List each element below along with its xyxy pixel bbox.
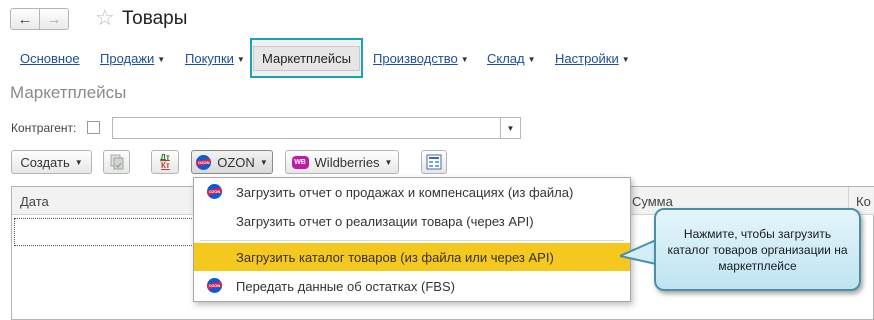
tab-prodazhi[interactable]: Продажи ▼ (100, 51, 165, 66)
arrow-left-icon: ← (17, 10, 33, 28)
create-button[interactable]: Создать ▼ (11, 150, 92, 174)
ozon-button[interactable]: OZON OZON ▼ (191, 150, 273, 174)
tab-pokupki[interactable]: Покупки ▼ (185, 51, 245, 66)
wildberries-label: Wildberries (314, 154, 380, 170)
tab-label: Настройки (555, 51, 619, 66)
ozon-icon: OZON (207, 278, 222, 293)
dropdown-arrow-icon: ▼ (236, 55, 245, 65)
menu-item-load-catalog[interactable]: Загрузить каталог товаров (из файла или … (194, 243, 630, 271)
dt-kt-icon: Дт Кт (160, 154, 170, 170)
hint-callout: Нажмите, чтобы загрузить каталог товаров… (654, 208, 861, 291)
tab-osnovnoe[interactable]: Основное (20, 51, 80, 66)
back-button[interactable]: ← (10, 8, 40, 30)
tab-marketplaces[interactable]: Маркетплейсы (250, 38, 363, 78)
dropdown-arrow-icon: ▼ (384, 157, 393, 167)
tab-label: Производство (373, 51, 458, 66)
wildberries-button[interactable]: WB Wildberries ▼ (285, 150, 399, 174)
dropdown-arrow-icon: ▼ (157, 55, 166, 65)
ozon-icon: OZON (207, 184, 222, 199)
create-label: Создать (20, 154, 70, 170)
chevron-down-icon: ▼ (506, 123, 515, 133)
arrow-right-icon: → (46, 10, 62, 28)
menu-item-load-realization-report[interactable]: Загрузить отчет о реализации товара (чер… (194, 207, 630, 235)
table-row[interactable] (14, 218, 194, 246)
dt-kt-postings-button[interactable]: Дт Кт (151, 150, 179, 174)
wildberries-icon: WB (291, 155, 309, 169)
ozon-icon: OZON (196, 154, 212, 170)
ozon-label: OZON (217, 154, 255, 170)
tab-label: Маркетплейсы (253, 45, 360, 71)
page-title: Товары (122, 8, 188, 29)
menu-item-label: Загрузить отчет о продажах и компенсация… (236, 184, 574, 200)
table-report-icon (426, 154, 442, 170)
column-header-sum[interactable]: Сумма (632, 194, 673, 209)
report-button[interactable] (421, 150, 447, 174)
dropdown-arrow-icon: ▼ (74, 157, 83, 167)
tab-label: Склад (487, 51, 525, 66)
tab-sklad[interactable]: Склад ▼ (487, 51, 536, 66)
menu-item-label: Загрузить отчет о реализации товара (чер… (236, 213, 534, 229)
section-title: Маркетплейсы (10, 83, 127, 102)
menu-item-label: Загрузить каталог товаров (из файла или … (236, 249, 554, 265)
column-header-date[interactable]: Дата (20, 194, 49, 209)
hint-text: Нажмите, чтобы загрузить каталог товаров… (667, 226, 848, 273)
counterparty-dropdown-button[interactable]: ▼ (501, 117, 521, 139)
counterparty-label: Контрагент: (11, 121, 77, 135)
menu-separator (200, 240, 624, 241)
tab-label: Продажи (100, 51, 155, 66)
forward-button[interactable]: → (39, 8, 69, 30)
menu-item-send-stock-fbs[interactable]: OZON Передать данные об остатках (FBS) (194, 272, 630, 300)
dropdown-arrow-icon: ▼ (259, 157, 268, 167)
kt-label: Кт (161, 161, 170, 170)
menu-item-label: Передать данные об остатках (FBS) (236, 278, 455, 294)
tab-label: Покупки (185, 51, 234, 66)
column-header-counterparty[interactable]: Ко (856, 194, 871, 209)
copy-button[interactable] (103, 150, 130, 174)
tab-proizvodstvo[interactable]: Производство ▼ (373, 51, 469, 66)
dropdown-arrow-icon: ▼ (460, 55, 469, 65)
dropdown-arrow-icon: ▼ (621, 55, 630, 65)
tab-label: Основное (20, 51, 80, 66)
menu-item-load-sales-report[interactable]: OZON Загрузить отчет о продажах и компен… (194, 178, 630, 206)
favorite-star-icon[interactable]: ☆ (95, 5, 115, 31)
copy-document-icon (110, 154, 123, 170)
tab-nastroiki[interactable]: Настройки ▼ (555, 51, 630, 66)
dropdown-arrow-icon: ▼ (527, 55, 536, 65)
counterparty-input[interactable] (112, 117, 501, 139)
counterparty-checkbox[interactable] (87, 121, 100, 134)
